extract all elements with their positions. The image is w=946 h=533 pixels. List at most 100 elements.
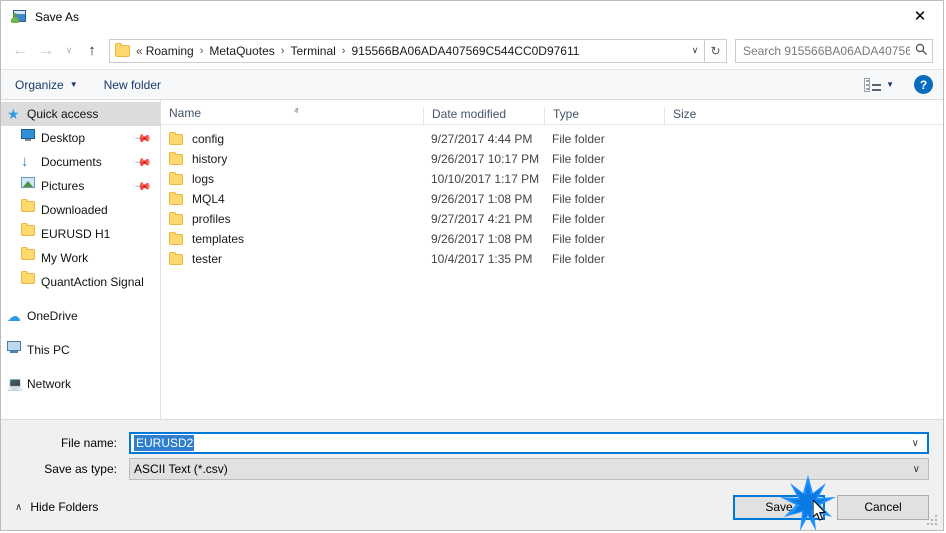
save-as-type-row: Save as type: ASCII Text (*.csv) ∨ (15, 458, 929, 480)
sidebar-item-label: Network (27, 377, 72, 391)
cloud-icon: ☁ (7, 308, 21, 324)
pin-icon[interactable]: 📌 (134, 153, 153, 171)
organize-button[interactable]: Organize ▼ (15, 78, 78, 92)
file-name-text: MQL4 (192, 192, 225, 206)
breadcrumb-item-terminal[interactable]: Terminal (290, 44, 335, 58)
cell-type: File folder (552, 232, 605, 246)
sidebar-item-label: Quick access (27, 107, 99, 121)
sidebar-item-label: My Work (41, 251, 89, 265)
folder-icon (21, 271, 35, 284)
up-icon[interactable]: ↑ (79, 38, 105, 64)
breadcrumb-item-roaming[interactable]: Roaming (146, 44, 194, 58)
cancel-button[interactable]: Cancel (837, 494, 929, 520)
breadcrumb-overflow-icon[interactable]: « (135, 44, 146, 58)
table-row[interactable]: history 9/26/2017 10:17 PM File folder (161, 149, 943, 169)
save-as-type-label: Save as type: (44, 462, 117, 476)
cell-type: File folder (552, 172, 605, 186)
table-row[interactable]: MQL4 9/26/2017 1:08 PM File folder (161, 189, 943, 209)
save-as-type-value: ASCII Text (*.csv) (134, 462, 228, 476)
sidebar-item-quantaction-signal[interactable]: QuantAction Signal (1, 270, 160, 294)
search-placeholder: Search 915566BA06ADA40756... (743, 43, 910, 58)
pin-icon[interactable]: 📌 (134, 129, 153, 147)
table-row[interactable]: logs 10/10/2017 1:17 PM File folder (161, 169, 943, 189)
forward-icon[interactable]: → (33, 38, 59, 64)
breadcrumb-item-instance[interactable]: 915566BA06ADA407569C544CC0D97611 (351, 44, 579, 58)
sidebar-item-desktop[interactable]: Desktop 📌 (1, 126, 160, 150)
title-bar: Save As ✕ (1, 1, 943, 32)
folder-icon (169, 251, 183, 265)
save-as-type-select[interactable]: ASCII Text (*.csv) ∨ (129, 458, 929, 480)
chevron-down-icon[interactable]: ∨ (686, 45, 704, 56)
cell-type: File folder (552, 252, 605, 266)
cell-type: File folder (552, 152, 605, 166)
cell-date-modified: 9/26/2017 1:08 PM (431, 192, 533, 206)
breadcrumb-item-metaquotes[interactable]: MetaQuotes (209, 44, 274, 58)
sidebar-item-my-work[interactable]: My Work (1, 246, 160, 270)
sidebar-item-pictures[interactable]: Pictures 📌 (1, 174, 160, 198)
download-arrow-icon: ↓ (21, 153, 29, 170)
sidebar-item-label: Documents (41, 155, 102, 169)
cell-name: profiles (161, 211, 423, 226)
breadcrumb-separator-icon: › (199, 44, 204, 57)
column-headers: Name ⱏ Date modified Type Size (161, 100, 943, 125)
folder-icon (21, 223, 35, 236)
table-row[interactable]: tester 10/4/2017 1:35 PM File folder (161, 249, 943, 269)
column-header-type[interactable]: Type (544, 107, 664, 124)
back-icon[interactable]: ← (7, 38, 33, 64)
refresh-icon[interactable]: ↻ (705, 38, 727, 63)
sidebar-item-documents[interactable]: ↓ Documents 📌 (1, 150, 160, 174)
file-name-text: config (192, 132, 225, 146)
cell-date-modified: 10/4/2017 1:35 PM (431, 252, 533, 266)
sidebar-item-onedrive[interactable]: ☁ OneDrive (1, 304, 160, 328)
hide-folders-button[interactable]: ∧ Hide Folders (15, 500, 98, 514)
chevron-down-icon[interactable]: ▼ (886, 80, 894, 89)
picture-icon (21, 177, 35, 188)
column-label: Name (169, 106, 202, 120)
breadcrumb-separator-icon: › (341, 44, 346, 57)
hide-folders-label: Hide Folders (30, 500, 99, 514)
sort-ascending-icon: ⱏ (294, 106, 299, 116)
new-folder-button[interactable]: New folder (104, 78, 161, 92)
sidebar-item-eurusd-h1[interactable]: EURUSD H1 (1, 222, 160, 246)
dialog-body: ★ Quick access Desktop 📌 ↓ Documents 📌 P… (1, 100, 943, 419)
file-name-value: EURUSD2 (134, 435, 195, 451)
save-button[interactable]: Save (733, 494, 825, 520)
search-icon[interactable] (910, 43, 932, 59)
table-row[interactable]: config 9/27/2017 4:44 PM File folder (161, 129, 943, 149)
close-icon[interactable]: ✕ (897, 1, 943, 32)
sidebar-item-label: OneDrive (27, 309, 78, 323)
sidebar-item-network[interactable]: 💻 Network (1, 372, 160, 396)
folder-icon (169, 131, 183, 145)
file-name-label: File name: (60, 436, 117, 450)
cell-date-modified: 9/27/2017 4:21 PM (431, 212, 533, 226)
help-button[interactable]: ? (914, 75, 933, 94)
chevron-down-icon[interactable]: ∨ (912, 438, 919, 449)
column-header-name[interactable]: Name ⱏ (161, 106, 423, 124)
sidebar-item-label: Desktop (41, 131, 86, 145)
view-layout-icon[interactable] (864, 77, 882, 92)
file-name-input[interactable]: EURUSD2 ∨ (129, 432, 929, 454)
breadcrumb[interactable]: « Roaming › MetaQuotes › Terminal › 9155… (109, 38, 705, 63)
recent-locations-icon[interactable]: ∨ (59, 38, 79, 64)
pin-icon[interactable]: 📌 (134, 177, 153, 195)
chevron-down-icon: ▼ (69, 80, 78, 89)
column-header-size[interactable]: Size (664, 107, 744, 124)
save-as-icon (11, 9, 27, 25)
cell-name: tester (161, 251, 423, 266)
sidebar-item-downloaded[interactable]: Downloaded (1, 198, 160, 222)
table-row[interactable]: templates 9/26/2017 1:08 PM File folder (161, 229, 943, 249)
folder-icon (169, 211, 183, 225)
sidebar-item-quick-access[interactable]: ★ Quick access (1, 102, 160, 126)
sidebar-item-this-pc[interactable]: This PC (1, 338, 160, 362)
folder-icon (169, 151, 183, 165)
resize-grip[interactable] (927, 515, 939, 527)
save-as-dialog: Save As ✕ ← → ∨ ↑ « Roaming › MetaQuotes… (0, 0, 944, 531)
search-input[interactable]: Search 915566BA06ADA40756... (735, 38, 933, 63)
column-header-date-modified[interactable]: Date modified (423, 107, 544, 124)
table-row[interactable]: profiles 9/27/2017 4:21 PM File folder (161, 209, 943, 229)
chevron-down-icon[interactable]: ∨ (913, 464, 920, 475)
file-name-text: profiles (192, 212, 231, 226)
sidebar-item-label: EURUSD H1 (41, 227, 111, 241)
